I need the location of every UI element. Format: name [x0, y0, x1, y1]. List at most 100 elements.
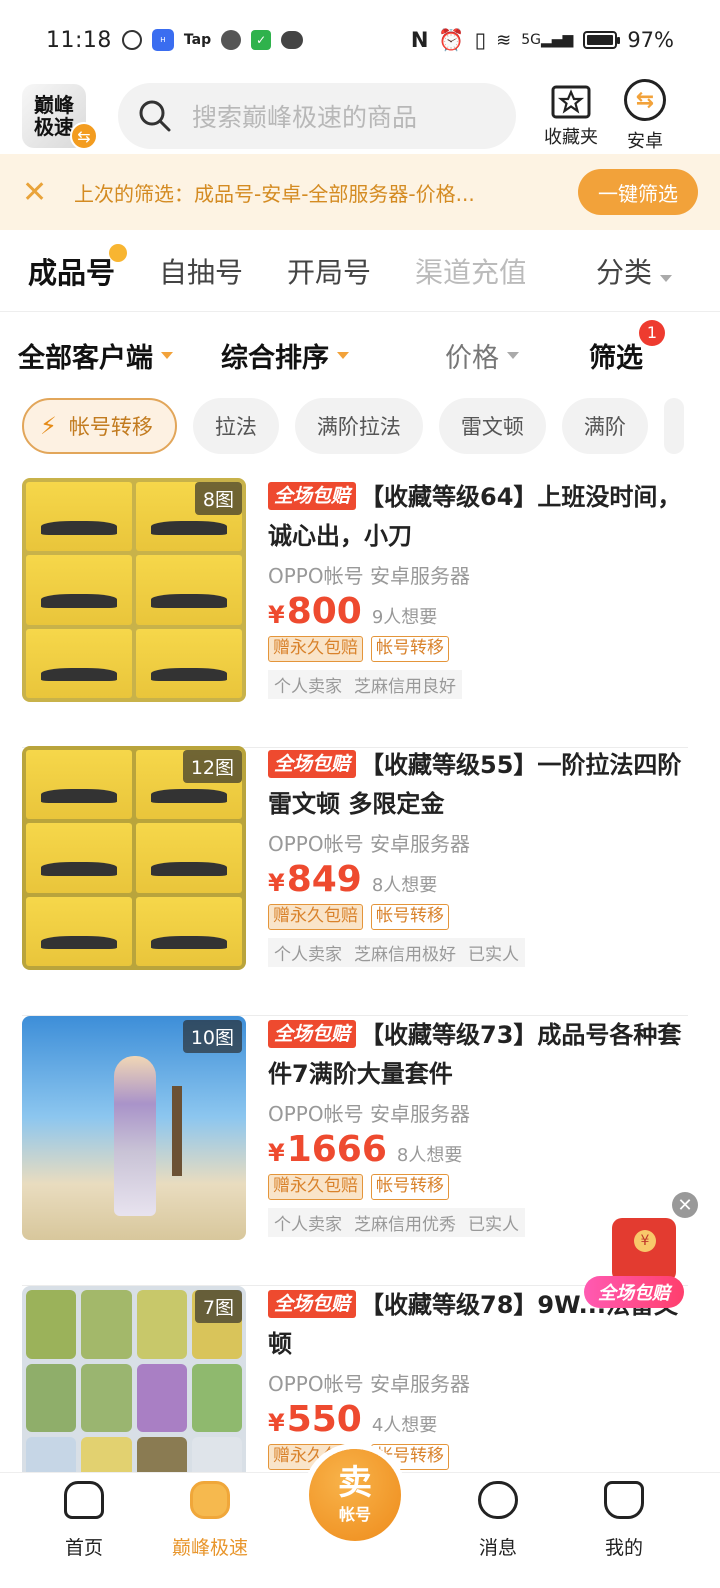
chip-lafa[interactable]: 拉法	[192, 398, 279, 454]
wifi-icon: ≋	[496, 29, 512, 51]
chevron-down-icon	[507, 351, 519, 359]
promo-label: 全场包赔	[584, 1276, 684, 1308]
want-count: 4人想要	[371, 1415, 438, 1436]
seller-info: 个人卖家 芝麻信用优秀 已实人	[268, 1208, 525, 1237]
listing-thumbnail: 10图	[22, 1016, 246, 1240]
listing-price: 800	[286, 591, 362, 632]
nav-game[interactable]: 巅峰极速	[150, 1481, 270, 1560]
favorites-button[interactable]: 收藏夹	[544, 83, 598, 149]
listing-card[interactable]: 8图 全场包赔 【收藏等级64】上班没时间，诚心出，小刀 OPPO帐号 安卓服务器…	[22, 478, 688, 748]
guarantee-tag: 全场包赔	[268, 1020, 357, 1048]
new-dot	[109, 243, 128, 262]
bottom-navigation: 首页 巅峰极速 卖 帐号 消息 我的	[0, 1449, 720, 1588]
platform-label: 安卓	[627, 131, 663, 152]
chat-bubble-icon	[281, 31, 304, 49]
nav-home[interactable]: 首页	[24, 1481, 144, 1560]
image-count: 10图	[182, 1020, 242, 1053]
chip-max-lafa[interactable]: 满阶拉法	[294, 398, 423, 454]
honor-app-icon: H	[151, 29, 174, 51]
listing-tag: 赠永久包赔	[268, 636, 363, 662]
battery-percent: 97%	[627, 28, 674, 52]
guarantee-tag: 全场包赔	[268, 1290, 357, 1318]
close-icon[interactable]: ✕	[672, 1192, 698, 1218]
cat-face-icon	[604, 1481, 644, 1519]
filter-count-badge: 1	[639, 319, 665, 346]
want-count: 8人想要	[371, 875, 438, 896]
lightning-icon: ⚡	[40, 412, 57, 440]
listing-tag: 赠永久包赔	[268, 1174, 363, 1200]
listing-tag: 赠永久包赔	[268, 904, 363, 930]
listing-card[interactable]: 10图 全场包赔 【收藏等级73】成品号各种套件7满阶大量套件 OPPO帐号 安卓…	[22, 1016, 688, 1286]
search-icon	[139, 100, 171, 132]
tab-channel-topup[interactable]: 渠道充值	[415, 251, 525, 291]
character-figure	[114, 1056, 156, 1216]
listing-card[interactable]: 12图 全场包赔 【收藏等级55】一阶拉法四阶雷文顿 多限定金 OPPO帐号 安卓…	[22, 746, 688, 1016]
tab-finished-account[interactable]: 成品号	[28, 243, 128, 292]
shield-icon	[221, 30, 242, 50]
game-logo[interactable]: 巅峰极速 ⇆	[22, 84, 98, 150]
sell-account-button[interactable]: 卖 帐号	[309, 1449, 401, 1541]
chat-icon	[478, 1481, 518, 1519]
listing-tag: 帐号转移	[371, 904, 449, 930]
nav-messages[interactable]: 消息	[438, 1481, 558, 1560]
tab-starter-account[interactable]: 开局号	[287, 251, 371, 291]
one-click-filter-button[interactable]: 一键筛选	[578, 169, 698, 215]
image-count: 7图	[194, 1290, 242, 1323]
listing-thumbnail: 8图	[22, 478, 246, 702]
listing-thumbnail: 12图	[22, 746, 246, 970]
notification-icons: H Tap ✓	[121, 29, 304, 51]
platform-switch-button[interactable]: ⇆ 安卓	[624, 79, 666, 153]
want-count: 9人想要	[371, 607, 438, 628]
listing-title: 全场包赔 【收藏等级64】上班没时间，诚心出，小刀	[268, 482, 682, 550]
battery-icon	[583, 31, 621, 49]
gamepad-icon	[190, 1481, 230, 1519]
chip-max-level[interactable]: 满阶	[561, 398, 648, 454]
seller-info: 个人卖家 芝麻信用极好 已实人	[268, 938, 525, 967]
palm-tree	[172, 1086, 182, 1176]
sort-bar: 全部客户端 综合排序 价格 筛选 1	[0, 316, 720, 394]
listing-server: OPPO帐号 安卓服务器	[268, 1372, 470, 1396]
system-icons: N ⏰ ▯ ≋ 5G▂▄▆ 97%	[411, 28, 674, 53]
chevron-down-icon	[660, 274, 672, 282]
nav-mine[interactable]: 我的	[564, 1481, 684, 1560]
filter-button[interactable]: 筛选 1	[589, 319, 665, 375]
listing-server: OPPO帐号 安卓服务器	[268, 1102, 470, 1126]
clock: 11:18	[46, 27, 112, 53]
chip-more[interactable]	[663, 398, 684, 454]
speed-icon	[121, 30, 142, 50]
sort-order-dropdown[interactable]: 综合排序	[221, 336, 349, 375]
want-count: 8人想要	[396, 1145, 463, 1166]
tab-category[interactable]: 分类	[596, 251, 672, 291]
chevron-down-icon	[161, 351, 173, 359]
client-dropdown[interactable]: 全部客户端	[18, 336, 173, 375]
favorites-label: 收藏夹	[544, 127, 598, 148]
image-count: 8图	[194, 482, 242, 515]
listing-tag: 帐号转移	[371, 1174, 449, 1200]
chevron-down-icon	[337, 351, 349, 359]
guarantee-tag: 全场包赔	[268, 482, 357, 510]
chip-account-transfer[interactable]: ⚡ 帐号转移	[22, 398, 177, 454]
signal-icon: 5G▂▄▆	[521, 32, 574, 48]
listing-tag: 帐号转移	[371, 636, 449, 662]
close-icon[interactable]: ✕	[22, 175, 56, 210]
listing-price: 550	[286, 1399, 362, 1440]
price-sort[interactable]: 价格	[445, 336, 519, 375]
switch-icon: ⇆	[70, 122, 98, 150]
red-envelope-promo[interactable]: ✕ 全场包赔	[584, 1192, 700, 1312]
listing-title: 全场包赔 【收藏等级55】一阶拉法四阶雷文顿 多限定金	[268, 750, 682, 818]
listing-title: 全场包赔 【收藏等级73】成品号各种套件7满阶大量套件	[268, 1020, 682, 1088]
star-folder-icon	[551, 85, 591, 119]
image-count: 12图	[182, 750, 242, 783]
last-filter-banner: ✕ 上次的筛选：成品号-安卓-全部服务器-价格... 一键筛选	[0, 154, 720, 230]
chip-reventon[interactable]: 雷文顿	[438, 398, 546, 454]
listing-price: 849	[286, 859, 362, 900]
alarm-icon: ⏰	[438, 27, 465, 52]
tab-self-draw[interactable]: 自抽号	[159, 251, 243, 291]
search-bar[interactable]: 搜索巅峰极速的商品	[118, 83, 516, 149]
red-envelope-icon	[612, 1218, 676, 1282]
home-icon	[64, 1481, 104, 1519]
quick-filter-chips: ⚡ 帐号转移 拉法 满阶拉法 雷文顿 满阶	[22, 398, 720, 456]
search-placeholder: 搜索巅峰极速的商品	[192, 103, 418, 132]
category-tabs: 成品号 自抽号 开局号 渠道充值 分类	[0, 230, 720, 312]
guarantee-tag: 全场包赔	[268, 750, 357, 778]
